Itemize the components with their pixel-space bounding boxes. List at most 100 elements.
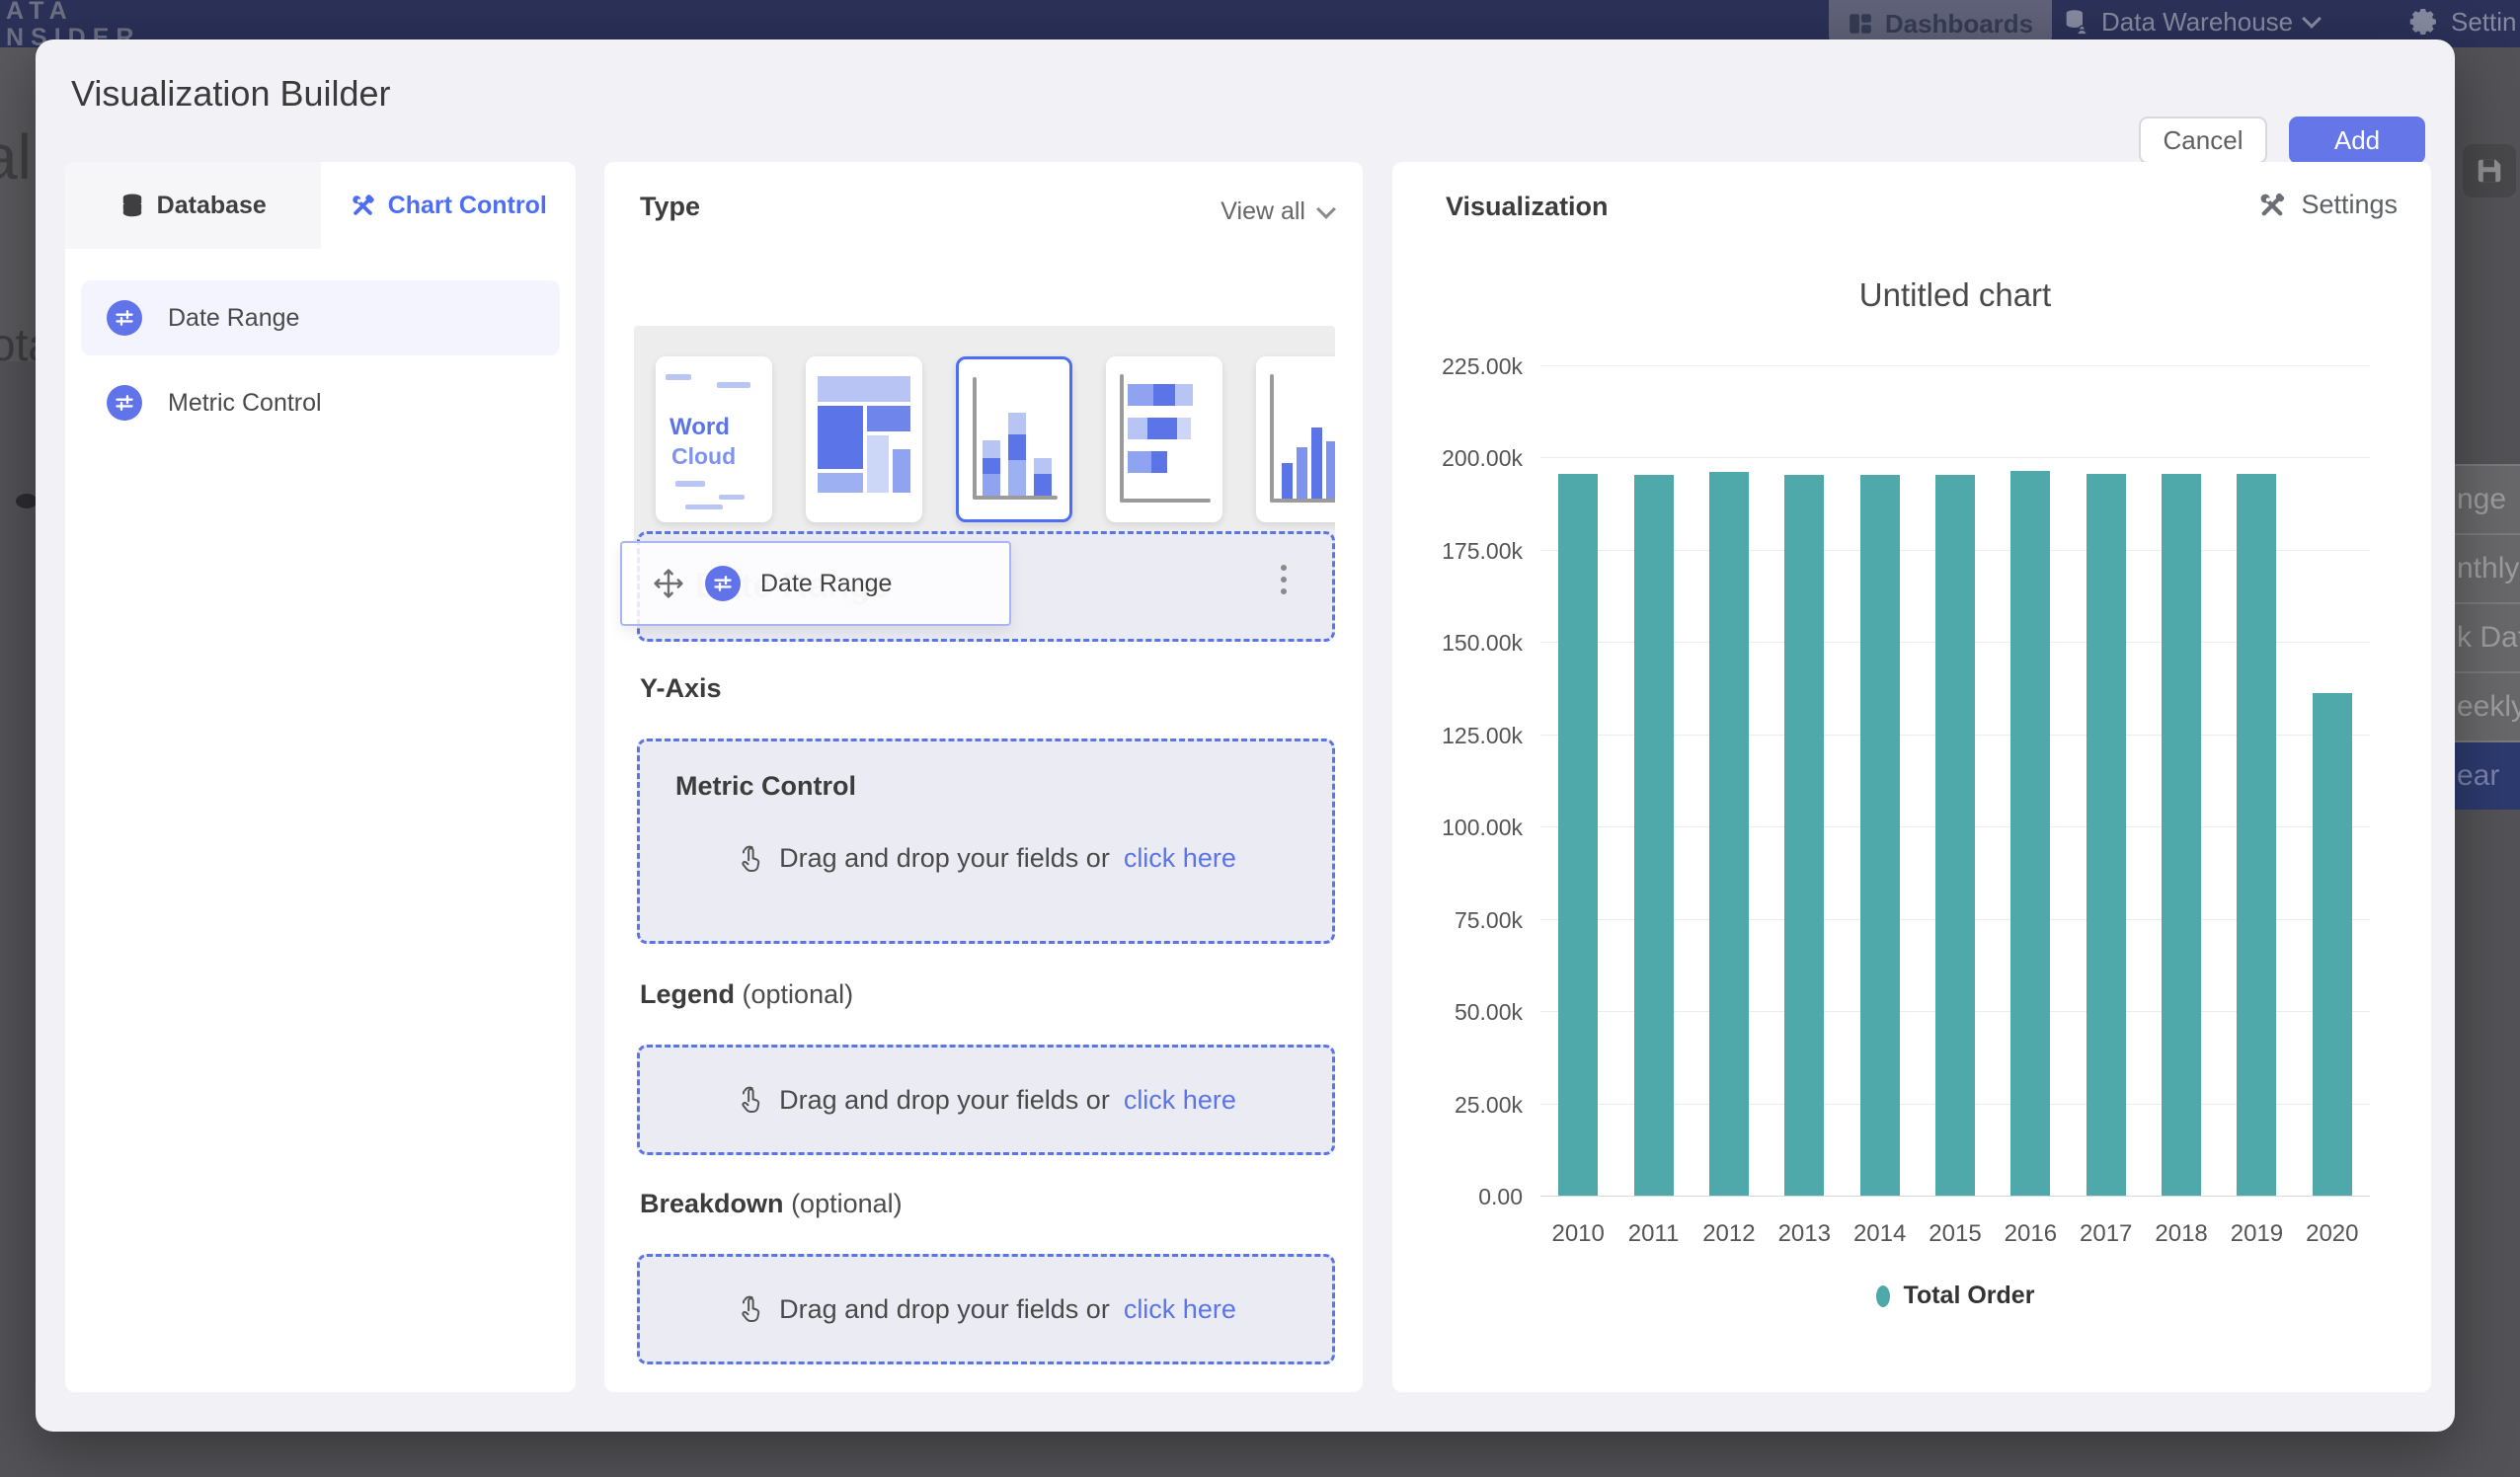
x-axis-tick-label: 2018 [2144,1220,2219,1248]
kebab-menu-icon[interactable] [1272,565,1296,594]
stacked-bar-thumbnail [1128,384,1193,473]
click-here-link[interactable]: click here [1124,1294,1236,1325]
background-panel [0,47,36,361]
dropdown-option[interactable]: k Date [2455,602,2520,671]
bar-2017[interactable] [2087,474,2126,1196]
gridline [1540,457,2370,458]
hand-click-icon [736,1085,765,1115]
chevron-down-icon [1316,199,1336,219]
cancel-button[interactable]: Cancel [2139,117,2267,164]
dropdown-option[interactable]: nge [2455,464,2520,533]
background-dropdown: nge nthly k Date eekly ear [2455,464,2520,810]
bullet-icon [16,494,38,508]
visualization-builder-modal: Visualization Builder Cancel Add Databas… [36,39,2455,1432]
add-button[interactable]: Add [2289,117,2425,164]
x-axis-tick-label: 2020 [2295,1220,2370,1248]
dropdown-option-selected[interactable]: ear [2455,740,2520,810]
bar-2016[interactable] [2010,471,2050,1196]
chart-type-strip: Word Cloud [634,326,1335,553]
bar-2011[interactable] [1634,475,1674,1196]
breakdown-section-label: Breakdown (optional) [640,1189,903,1219]
bar-2018[interactable] [2162,474,2201,1196]
bar-2012[interactable] [1709,472,1749,1196]
bar-2015[interactable] [1935,475,1975,1196]
click-here-link[interactable]: click here [1124,843,1236,874]
thumbnail-axis [1270,374,1274,503]
fields-panel: Database Chart Control Date Range Metric… [65,162,576,1392]
builder-panel: Type View all Word Cloud [604,162,1363,1392]
tab-database-label: Database [157,192,267,220]
x-axis-tick-label: 2014 [1842,1220,1917,1248]
stacked-column-thumbnail [983,413,1056,496]
tab-chart-control[interactable]: Chart Control [321,162,577,249]
x-axis-tick-label: 2017 [2069,1220,2144,1248]
dropdown-option[interactable]: nthly [2455,533,2520,602]
date-range-chip[interactable]: Date Range [620,541,1011,626]
drop-hint-text: Drag and drop your fields or [779,1085,1110,1116]
database-icon [119,193,145,218]
thumbnail-axis [1120,499,1211,503]
y-axis-tick-label: 0.00 [1392,1184,1523,1210]
x-axis-tick-label: 2019 [2219,1220,2294,1248]
treemap-thumbnail [818,370,910,508]
thumbnail-axis [973,377,977,500]
thumbnail-axis [1120,374,1124,503]
dropdown-option[interactable]: eekly [2455,671,2520,740]
y-axis-tick-label: 25.00k [1392,1092,1523,1119]
y-axis-dropzone[interactable]: Metric Control Drag and drop your fields… [637,738,1335,944]
type-card-column[interactable] [1256,356,1335,522]
view-all-dropdown[interactable]: View all [1221,197,1333,226]
y-axis-tick-label: 125.00k [1392,723,1523,749]
y-axis-tick-label: 225.00k [1392,353,1523,380]
y-axis-tick-label: 200.00k [1392,445,1523,472]
nav-dashboards-label: Dashboards [1885,9,2033,39]
nav-settings-label: Settin [2451,7,2517,38]
tab-chart-control-label: Chart Control [388,192,547,220]
chart-plot: 225.00k200.00k175.00k150.00k125.00k100.0… [1540,365,2370,1196]
legend-label: Total Order [1904,1282,2035,1310]
x-axis-tick-label: 2016 [1993,1220,2068,1248]
bar-2013[interactable] [1784,475,1824,1196]
legend-section-label: Legend (optional) [640,979,853,1010]
type-section-label: Type [640,192,700,222]
database-user-icon [2062,8,2089,36]
click-here-link[interactable]: click here [1124,1085,1236,1116]
hand-click-icon [736,844,765,874]
nav-data-warehouse[interactable]: Data Warehouse [2062,0,2319,43]
nav-settings[interactable]: Settin [2409,0,2517,43]
y-axis-section-label: Y-Axis [640,673,722,704]
bar-2019[interactable] [2237,474,2276,1196]
field-item-label: Metric Control [168,389,322,418]
save-icon [2475,156,2504,186]
type-card-stacked-column[interactable] [956,356,1072,522]
y-axis-tick-label: 175.00k [1392,538,1523,565]
background-text-fragment: al [0,120,32,194]
tools-icon [2257,191,2287,220]
drop-hint-text: Drag and drop your fields or [779,1294,1110,1325]
breakdown-dropzone[interactable]: Drag and drop your fields or click here [637,1254,1335,1364]
word-cloud-thumbnail: Word Cloud [656,356,772,522]
bar-2020[interactable] [2313,693,2352,1196]
column-thumbnail [1282,428,1335,499]
move-icon [652,567,685,600]
save-button[interactable] [2463,144,2516,197]
type-card-stacked-bar[interactable] [1106,356,1222,522]
bar-2010[interactable] [1558,474,1598,1196]
gridline [1540,365,2370,366]
field-item-metric-control[interactable]: Metric Control [81,365,560,440]
bar-2014[interactable] [1860,475,1900,1196]
visualization-header: Visualization [1446,192,1609,222]
chart-settings-button[interactable]: Settings [2257,190,2398,220]
type-card-word-cloud[interactable]: Word Cloud [656,356,772,522]
type-card-treemap[interactable] [806,356,922,522]
visualization-panel: Visualization Settings Untitled chart 22… [1392,162,2431,1392]
page-title: Visualization Builder [71,73,391,115]
x-axis-tick-label: 2011 [1615,1220,1691,1248]
tab-database[interactable]: Database [65,162,321,249]
view-all-label: View all [1221,197,1305,226]
sliders-icon [107,385,142,421]
legend-dropzone[interactable]: Drag and drop your fields or click here [637,1045,1335,1155]
field-item-date-range[interactable]: Date Range [81,280,560,355]
sliders-icon [705,566,741,601]
chart-title: Untitled chart [1540,276,2370,314]
